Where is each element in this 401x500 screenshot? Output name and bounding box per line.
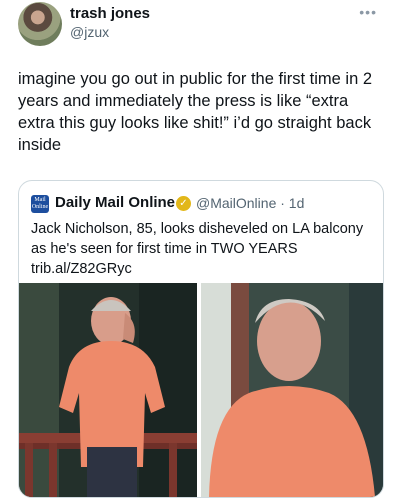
quoted-photo[interactable] (19, 283, 383, 497)
quoted-author-handle[interactable]: @MailOnline · 1d (196, 195, 304, 211)
ellipsis-icon[interactable]: ••• (359, 4, 377, 20)
mail-online-logo: Mail Online (31, 195, 49, 213)
tweet: trash jones @jzux ••• imagine you go out… (0, 0, 401, 500)
author-avatar[interactable] (18, 2, 62, 46)
quoted-author-name[interactable]: Daily Mail Online (55, 194, 175, 211)
author-name[interactable]: trash jones (70, 5, 150, 22)
tweet-text: imagine you go out in public for the fir… (18, 70, 373, 154)
gold-verified-badge-icon: ✓ (176, 196, 191, 211)
quoted-tweet[interactable]: Mail Online Daily Mail Online ✓ @MailOnli… (18, 180, 384, 498)
author-handle[interactable]: @jzux (70, 24, 109, 40)
quoted-tweet-text: Jack Nicholson, 85, looks disheveled on … (31, 221, 364, 277)
